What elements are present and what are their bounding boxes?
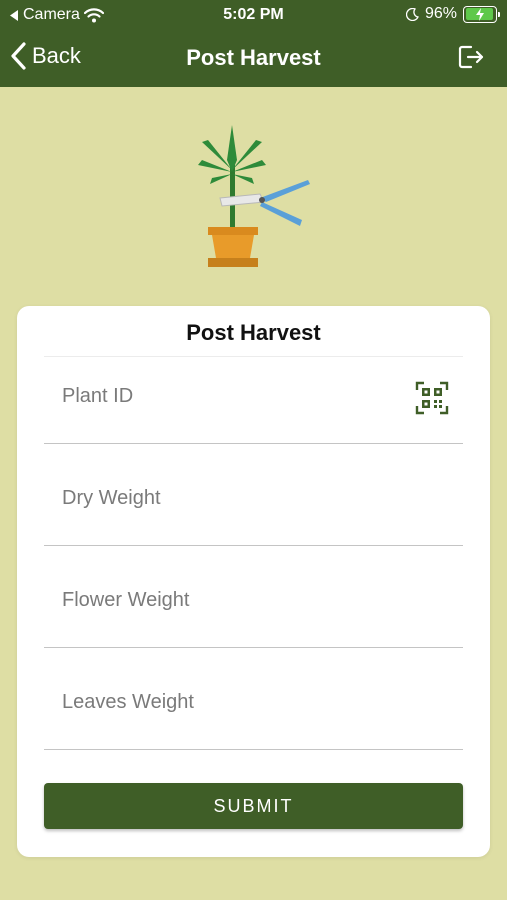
back-button[interactable]: Back [10, 42, 81, 70]
chevron-left-icon [11, 42, 26, 70]
form-title: Post Harvest [186, 320, 321, 345]
back-label: Back [32, 43, 81, 68]
plant-id-field [44, 356, 463, 444]
status-bar: Camera 5:02 PM 96% [0, 0, 507, 30]
navigation-bar: Back Post Harvest [0, 30, 507, 87]
dry-weight-field [44, 458, 463, 546]
dry-weight-input[interactable] [60, 486, 394, 511]
scan-qr-button[interactable] [415, 381, 449, 420]
submit-button[interactable]: SUBMIT [44, 783, 463, 829]
qr-code-icon [415, 381, 449, 415]
flower-weight-input[interactable] [60, 588, 394, 613]
plant-id-input[interactable] [60, 384, 394, 409]
plant-pruning-icon [190, 120, 320, 275]
battery-charging-icon [463, 5, 500, 23]
logout-icon [458, 45, 484, 69]
logout-button[interactable] [457, 44, 485, 75]
battery-percent: 96% [424, 5, 457, 22]
leaves-weight-field [44, 662, 463, 750]
post-harvest-form: Post Harvest Plant ID Dry Weight Flower … [17, 306, 490, 857]
leaves-weight-input[interactable] [60, 690, 394, 715]
moon-icon [405, 7, 419, 21]
status-right: 96% [405, 5, 500, 23]
flower-weight-field [44, 560, 463, 648]
